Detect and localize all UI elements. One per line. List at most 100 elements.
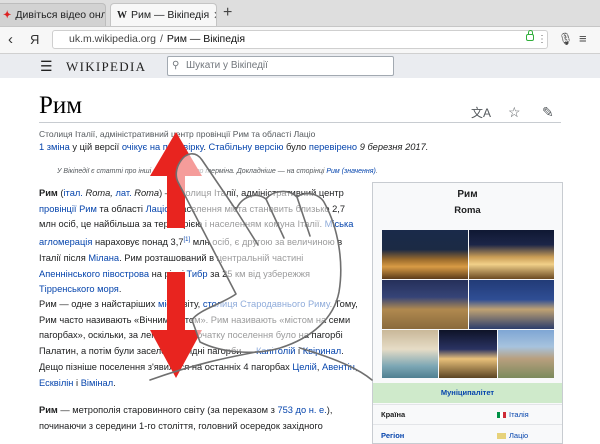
tab-label: Рим — Вікіпедія	[131, 9, 210, 21]
stable-version-link[interactable]: Стабільну версію	[209, 142, 284, 152]
link-aventine[interactable]: Авентін	[322, 362, 355, 372]
tab-favicon-icon: ✦	[3, 9, 12, 21]
link-viminal[interactable]: Вімінал	[81, 378, 113, 388]
browser-tab-bar: ✦ Дивіться відео онлай W Рим — Вікіпедія…	[0, 0, 600, 27]
link-latin[interactable]: лат.	[115, 188, 131, 198]
link-italian[interactable]: італ.	[63, 188, 82, 198]
hamburger-icon[interactable]: ☰	[40, 58, 53, 75]
url-separator: /	[159, 33, 163, 45]
browser-toolbar: ‹ Я uk.m.wikipedia.org / Рим — Вікіпедія ⋮…	[0, 27, 600, 54]
microphone-icon[interactable]: 🎙	[558, 32, 573, 46]
link-ancient-rome[interactable]: столиця Стародавнього Риму	[203, 299, 330, 309]
pending-review-link[interactable]: очікує на перевірку	[122, 142, 204, 152]
infobox-label-region[interactable]: Регіон	[381, 431, 404, 440]
wikipedia-logo[interactable]: WIKIPEDIA	[66, 59, 146, 75]
checked-link[interactable]: перевірено	[309, 142, 357, 152]
text: світу,	[175, 299, 203, 309]
page-tagline: Столиця Італії, адміністративний центр п…	[39, 129, 316, 139]
close-tab-icon[interactable]: ✕	[213, 9, 216, 22]
text: і	[73, 377, 81, 388]
yandex-button[interactable]: Я	[30, 32, 39, 47]
text: .	[113, 377, 116, 388]
hatnote-text: У Вікіпедії є статті про інші значення ц…	[57, 168, 327, 175]
text: за 25 км від узбережжя	[207, 268, 310, 279]
text: ) — столиця Італії, адміністративний цен…	[159, 188, 344, 198]
tab-video[interactable]: ✦ Дивіться відео онлай	[0, 3, 106, 26]
address-bar[interactable]: uk.m.wikipedia.org / Рим — Вікіпедія ⋮	[52, 30, 548, 49]
link-esquiline[interactable]: Есквілін	[39, 378, 73, 388]
text: та області	[96, 203, 146, 214]
link-milan[interactable]: Мілана	[88, 253, 119, 263]
link-lazio[interactable]: Лаціо	[146, 204, 170, 214]
bold-term: Рим	[39, 405, 58, 415]
disambiguation-link[interactable]: Рим (значення)	[326, 168, 375, 175]
tab-rome-wikipedia[interactable]: W Рим — Вікіпедія ✕	[110, 3, 217, 26]
link-caelian[interactable]: Целій	[292, 362, 316, 372]
menu-icon[interactable]: ≡	[579, 31, 587, 46]
revision-text: у цій версії	[69, 142, 122, 152]
infobox-title: Рим	[457, 189, 478, 200]
infobox-row-divider	[373, 424, 562, 425]
infobox-label-country: Країна	[381, 410, 406, 419]
url-page-title: Рим — Вікіпедія	[166, 33, 245, 45]
language-icon[interactable]: 文A	[471, 104, 491, 121]
bold-term: Рим	[39, 188, 58, 198]
link-capitoline[interactable]: Капітолій	[256, 346, 296, 356]
search-icon: ⚲	[172, 60, 180, 71]
hatnote: У Вікіпедії є статті про інші значення ц…	[57, 168, 378, 175]
url-host: uk.m.wikipedia.org	[69, 33, 156, 45]
city-view-photo	[498, 330, 554, 378]
revision-date: 9 березня 2017.	[357, 142, 429, 152]
rome-photo-collage[interactable]	[382, 230, 554, 378]
link-quirinal[interactable]: Квіринал	[303, 346, 342, 356]
link-tiber[interactable]: Тибр	[187, 269, 208, 279]
castel-santangelo-photo	[469, 280, 554, 329]
monument-photo	[469, 230, 554, 279]
wikipedia-favicon-icon: W	[117, 9, 127, 21]
wikipedia-header: ☰ WIKIPEDIA ⚲ Шукати у Вікіпедії	[0, 54, 600, 78]
link-city[interactable]: міст	[158, 299, 175, 309]
link-753-bc[interactable]: 753 до н. е.	[277, 405, 326, 415]
latin-name: Roma	[134, 188, 160, 198]
trevi-fountain-photo	[382, 330, 438, 378]
star-icon[interactable]: ☆	[508, 104, 521, 121]
lead-paragraph: Рим (італ. Roma, лат. Roma) — столиця Іт…	[39, 186, 359, 298]
region-link[interactable]: Лаціо	[509, 431, 528, 440]
new-tab-button[interactable]: +	[223, 3, 232, 23]
colosseum-photo	[382, 230, 468, 279]
infobox: Рим Roma Муніципалітет Країна Італія Рег…	[372, 182, 563, 444]
article-content: Рим 文A ☆ ✎ Столиця Італії, адміністратив…	[0, 78, 600, 444]
revision-notice: 1 зміна у цій версії очікує на перевірку…	[39, 142, 428, 152]
infobox-value-country[interactable]: Італія	[497, 410, 529, 419]
revision-text: було	[283, 142, 309, 152]
hatnote-text: .	[375, 168, 378, 175]
text: Рим — одне з найстаріших	[39, 299, 158, 309]
text: ,	[354, 361, 358, 372]
link-apennine[interactable]: Апеннінського півострова	[39, 269, 149, 279]
forum-photo	[382, 280, 468, 329]
text: .	[118, 284, 122, 295]
text: Roma,	[82, 188, 116, 198]
link-tyrrhenian[interactable]: Тірренського моря	[39, 284, 119, 294]
third-paragraph: Рим — метрополія старовинного світу (за …	[39, 403, 359, 434]
text: на річці	[149, 268, 187, 279]
back-arrow-icon[interactable]: ‹	[8, 31, 13, 48]
revision-change-link[interactable]: 1 зміна	[39, 142, 70, 152]
italy-flag-icon	[497, 411, 506, 418]
search-input[interactable]: ⚲ Шукати у Вікіпедії	[167, 56, 394, 76]
text: — метрополія старовинного світу (за пере…	[57, 405, 278, 415]
title-divider	[39, 122, 561, 123]
municipality-band[interactable]: Муніципалітет	[373, 383, 562, 403]
link-province-rome[interactable]: провінції Рим	[39, 204, 97, 214]
edit-pencil-icon[interactable]: ✎	[542, 104, 554, 121]
infobox-value-region[interactable]: Лаціо	[497, 431, 528, 440]
more-icon[interactable]: ⋮	[537, 31, 547, 48]
second-paragraph: Рим — одне з найстаріших міст світу, сто…	[39, 297, 359, 391]
text: нараховує понад 3,7	[92, 237, 184, 248]
search-placeholder: Шукати у Вікіпедії	[186, 60, 268, 71]
infobox-row-divider	[373, 404, 562, 405]
tab-label: Дивіться відео онлай	[15, 9, 105, 21]
lock-icon[interactable]	[526, 30, 534, 41]
country-link[interactable]: Італія	[509, 410, 529, 419]
infobox-subtitle: Roma	[454, 205, 481, 216]
